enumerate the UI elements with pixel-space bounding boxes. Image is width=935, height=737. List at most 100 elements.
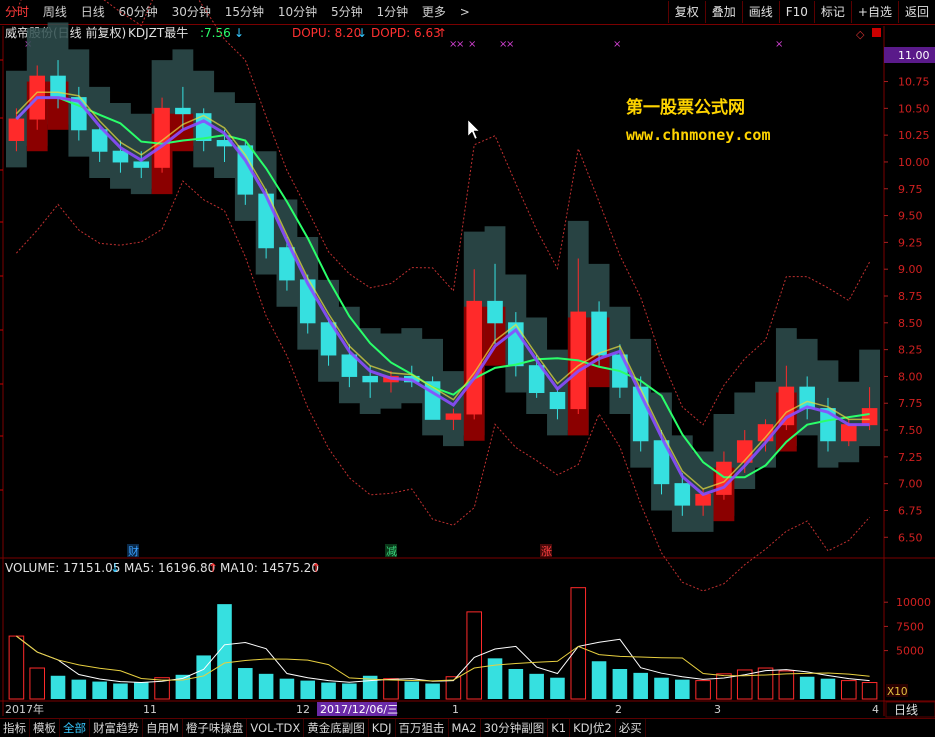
volume-bar-down [50,675,66,699]
tab-template[interactable]: 模板 [30,719,60,737]
tab-must-buy[interactable]: 必买 [616,719,646,737]
price-axis-label: 8.00 [898,370,923,383]
volume-bar-down [633,672,648,699]
price-axis-label: 7.50 [898,424,923,437]
signal-x-marks: ××× ××× ×× [24,39,783,50]
volume-bar-up [861,682,878,700]
dopu-label: DOPU: 8.20 [292,26,361,40]
volume-ma10-line [16,635,870,682]
tab-gold-bottom[interactable]: 黄金底副图 [304,719,369,737]
date-axis: 2017年 11 12 2017/12/06/三 1 2 3 4 日线 [5,701,935,718]
candle-up [695,493,711,506]
volume-bar-down [508,668,524,699]
flag-icon[interactable] [872,28,881,37]
ma10-arrow-icon: ↑ [311,561,321,575]
event-marker-rise-label: 涨 [541,545,552,558]
date-label-4: 4 [872,703,879,716]
svg-text:×: × [506,39,514,50]
volume-bar-up [778,670,795,700]
volume-bar-up [695,680,711,700]
volume-unit: X10 [887,686,908,698]
tab-kdj-opt2[interactable]: KDJ优2 [570,719,616,737]
price-axis-label: 9.50 [898,210,923,223]
tab-all[interactable]: 全部 [60,719,90,737]
ma5-label: MA5: 16196.80 [124,561,215,575]
volume-bar-down [279,678,295,699]
mouse-cursor-icon [467,119,480,140]
price-axis-label: 8.25 [898,344,923,357]
candle-up [8,118,25,142]
indicator-name: KDJZT最牛 [128,25,188,40]
volume-arrow-icon: ↓ [110,561,120,575]
volume-bar-down [300,680,316,699]
stock-chart[interactable]: 威帝股份(日线 前复权) KDJZT最牛 :7.56 ↓ DOPU: 8.20 … [0,0,935,736]
period-label[interactable]: 日线 [894,703,918,717]
volume-bar-up [383,678,399,700]
price-axis-label: 10.25 [898,129,930,142]
price-axis-label: 10.75 [898,76,930,89]
candle-down [133,161,150,168]
cursor-date: 2017/12/06/三 [320,703,398,716]
dopu-arrow-icon: ↓ [357,26,367,40]
tab-self-m[interactable]: 自用M [143,719,183,737]
event-marker-reduce-label: 减 [386,545,397,558]
tab-k1[interactable]: K1 [548,719,571,737]
volume-bar-down [133,682,149,699]
tab-kdj[interactable]: KDJ [369,719,396,737]
volume-bar-up [757,667,774,700]
date-label-11: 11 [143,703,157,716]
candle-up [466,300,482,415]
volume-bar-down [591,661,607,699]
tab-wealth-trend[interactable]: 财富趋势 [90,719,143,737]
volume-bar-down [675,679,690,699]
candle-up [154,107,170,168]
date-label-2: 2 [615,703,622,716]
date-label-12: 12 [296,703,310,716]
tab-orange-trade[interactable]: 橙子味操盘 [183,719,248,737]
volume-bars [8,587,878,700]
date-label-3: 3 [714,703,721,716]
tab-indicator[interactable]: 指标 [0,719,30,737]
bottom-indicator-tabs: 指标 模板 全部 财富趋势 自用M 橙子味操盘 VOL-TDX 黄金底副图 KD… [0,718,935,737]
event-marker-finance-label: 财 [128,544,139,558]
volume-bar-down [529,673,544,699]
tab-million-snipe[interactable]: 百万狙击 [396,719,449,737]
volume-bar-down [238,668,253,699]
price-axis-label: 9.25 [898,236,923,249]
volume-label: VOLUME: 17151.05 [5,561,120,575]
price-axis-label: 9.75 [898,183,923,196]
date-label-1: 1 [452,703,459,716]
candle-down [175,107,191,115]
volume-bar-down [820,678,836,699]
volume-bar-down [342,683,357,699]
price-axis-label: 9.00 [898,263,923,276]
watermark-title: 第一股票公式网 [626,97,745,118]
tab-vol-tdx[interactable]: VOL-TDX [247,719,305,737]
candle-down [112,150,129,163]
volume-bar-down [92,681,107,699]
watermark-url: www.chnmoney.com [626,126,771,144]
event-markers: 财 减 涨 [127,544,552,558]
volume-bar-down [612,668,628,699]
volume-axis-label: 7500 [896,620,924,633]
svg-text:×: × [613,39,621,50]
tab-30min-sub[interactable]: 30分钟副图 [481,719,549,737]
price-axis-label: 6.50 [898,531,923,544]
price-axis: 10.75 10.50 10.25 10.00 9.75 9.50 9.25 9.00 8.75… [884,76,930,544]
candle-up [861,408,878,426]
volume-bar-down [258,673,274,699]
candle-up [841,424,857,442]
indicator-arrow-icon: ↓ [234,26,244,40]
price-axis-label: 8.75 [898,290,923,303]
tab-ma2[interactable]: MA2 [449,719,481,737]
candle-down [487,300,503,324]
volume-bar-down [654,677,669,699]
candle-down [674,483,691,506]
svg-text:×: × [456,39,464,50]
candle-down [362,375,378,383]
price-axis-label: 8.50 [898,317,923,330]
svg-text:×: × [775,39,783,50]
volume-bar-down [799,676,815,699]
volume-bar-up [841,680,857,700]
diamond-icon[interactable]: ◇ [856,28,865,41]
